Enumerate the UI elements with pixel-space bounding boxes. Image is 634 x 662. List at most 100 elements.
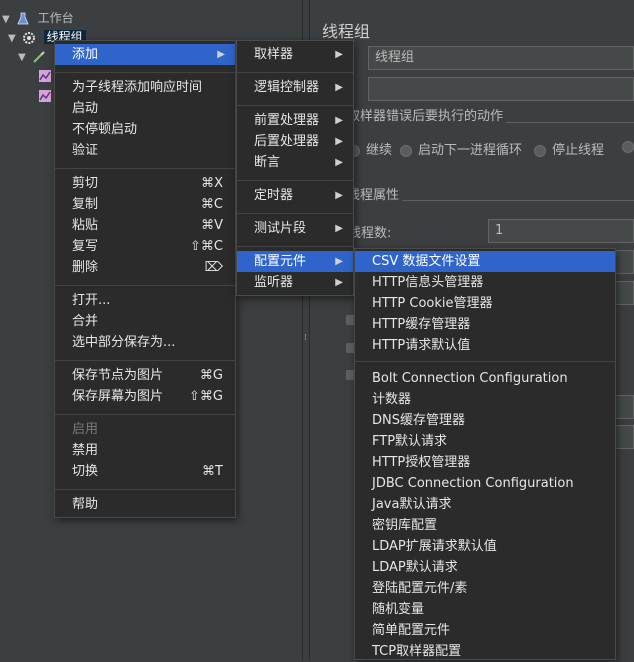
expand-arrow-icon[interactable]: ▼ bbox=[8, 30, 18, 48]
config-submenu-item[interactable]: 简单配置元件 bbox=[355, 620, 615, 641]
config-submenu-item[interactable]: LDAP扩展请求默认值 bbox=[355, 536, 615, 557]
menu-item-label: 帮助 bbox=[72, 497, 99, 512]
config-submenu-item[interactable]: TCP取样器配置 bbox=[355, 641, 615, 662]
menu-separator bbox=[55, 168, 235, 169]
config-submenu-item[interactable]: Bolt Connection Configuration bbox=[355, 368, 615, 389]
context-menu-item[interactable]: 切换 ⌘T bbox=[55, 461, 235, 482]
context-menu-item[interactable]: 剪切 ⌘X bbox=[55, 173, 235, 194]
menu-item-label: 登陆配置元件/素 bbox=[372, 581, 468, 596]
config-submenu-item[interactable]: JDBC Connection Configuration bbox=[355, 473, 615, 494]
add-submenu-item[interactable]: 监听器 ▶ bbox=[237, 272, 353, 293]
context-menu-item[interactable]: 验证 bbox=[55, 140, 235, 161]
config-element-submenu: CSV 数据文件设置 HTTP信息头管理器 HTTP Cookie管理器 HTTP缓存… bbox=[354, 248, 616, 660]
menu-item-label: 取样器 bbox=[254, 47, 294, 62]
menu-item-label: LDAP默认请求 bbox=[372, 560, 458, 575]
submenu-arrow-icon: ▶ bbox=[335, 115, 343, 126]
context-menu-item[interactable]: 复写 ⇧⌘C bbox=[55, 236, 235, 257]
config-submenu-item[interactable]: LDAP默认请求 bbox=[355, 557, 615, 578]
context-menu-item[interactable]: 合并 bbox=[55, 311, 235, 332]
menu-separator bbox=[55, 489, 235, 490]
menu-item-label: 复写 bbox=[72, 239, 99, 254]
radio-button[interactable] bbox=[400, 144, 412, 157]
menu-item-label: JDBC Connection Configuration bbox=[372, 476, 574, 491]
config-submenu-item[interactable]: Java默认请求 bbox=[355, 494, 615, 515]
menu-item-label: 验证 bbox=[72, 143, 99, 158]
menu-item-label: 断言 bbox=[254, 155, 281, 170]
menu-item-label: 后置处理器 bbox=[254, 134, 320, 149]
context-menu-item[interactable]: 复制 ⌘C bbox=[55, 194, 235, 215]
menu-item-label: 前置处理器 bbox=[254, 113, 320, 128]
config-submenu-item[interactable]: DNS缓存管理器 bbox=[355, 410, 615, 431]
menu-separator bbox=[55, 285, 235, 286]
menu-item-label: 密钥库配置 bbox=[372, 518, 438, 533]
radio-stop-test[interactable] bbox=[622, 139, 634, 154]
radio-stop-thread[interactable]: 停止线程 bbox=[534, 139, 604, 158]
context-menu-item[interactable]: 为子线程添加响应时间 bbox=[55, 77, 235, 98]
context-menu-item[interactable]: 不停顿启动 bbox=[55, 119, 235, 140]
context-menu-item[interactable]: 选中部分保存为... bbox=[55, 332, 235, 353]
menu-separator bbox=[237, 213, 353, 214]
add-submenu: 取样器 ▶ 逻辑控制器 ▶ 前置处理器 ▶ 后置处理器 ▶ 断言 ▶ 定时器 ▶ 测试片段 ▶ 配置元件 ▶ 监… bbox=[236, 40, 354, 296]
config-submenu-item[interactable]: 登陆配置元件/素 bbox=[355, 578, 615, 599]
menu-separator bbox=[55, 414, 235, 415]
add-submenu-item[interactable]: 后置处理器 ▶ bbox=[237, 131, 353, 152]
comment-field[interactable] bbox=[368, 77, 634, 101]
flask-icon bbox=[17, 12, 29, 24]
config-submenu-item[interactable]: HTTP缓存管理器 bbox=[355, 314, 615, 335]
menu-separator bbox=[237, 72, 353, 73]
shortcut-hint: ⇧⌘G bbox=[189, 389, 223, 404]
tree-node-workbench[interactable]: ▼ 工作台 bbox=[2, 9, 74, 27]
menu-item-label: HTTP请求默认值 bbox=[372, 338, 471, 353]
name-field[interactable]: 线程组 bbox=[368, 46, 634, 70]
menu-item-label: TCP取样器配置 bbox=[372, 644, 462, 659]
add-submenu-item[interactable]: 逻辑控制器 ▶ bbox=[237, 77, 353, 98]
expand-arrow-icon[interactable]: ▼ bbox=[18, 49, 28, 67]
tree-node-sampler[interactable]: ▼ bbox=[18, 47, 50, 65]
menu-separator bbox=[55, 72, 235, 73]
context-menu-item[interactable]: 保存节点为图片 ⌘G bbox=[55, 365, 235, 386]
config-submenu-item[interactable]: HTTP Cookie管理器 bbox=[355, 293, 615, 314]
menu-item-label: 保存屏幕为图片 bbox=[72, 389, 164, 404]
threads-count-field[interactable]: 1 bbox=[488, 219, 634, 243]
config-submenu-item[interactable]: HTTP授权管理器 bbox=[355, 452, 615, 473]
add-submenu-item[interactable]: 定时器 ▶ bbox=[237, 185, 353, 206]
submenu-arrow-icon: ▶ bbox=[335, 136, 343, 147]
context-menu-item[interactable]: 禁用 bbox=[55, 440, 235, 461]
config-submenu-item[interactable]: HTTP信息头管理器 bbox=[355, 272, 615, 293]
splitter-grip-icon[interactable]: ⁞ bbox=[304, 333, 307, 343]
context-menu-item[interactable]: 打开... bbox=[55, 290, 235, 311]
pipette-icon bbox=[33, 50, 45, 63]
config-submenu-item[interactable]: 随机变量 bbox=[355, 599, 615, 620]
context-menu-item[interactable]: 保存屏幕为图片 ⇧⌘G bbox=[55, 386, 235, 407]
radio-button[interactable] bbox=[534, 144, 546, 157]
shortcut-hint: ⌘C bbox=[200, 197, 223, 212]
add-submenu-item[interactable]: 取样器 ▶ bbox=[237, 44, 353, 65]
config-submenu-item[interactable]: FTP默认请求 bbox=[355, 431, 615, 452]
config-submenu-item[interactable]: CSV 数据文件设置 bbox=[355, 251, 615, 272]
menu-item-label: HTTP Cookie管理器 bbox=[372, 296, 493, 311]
add-submenu-item[interactable]: 前置处理器 ▶ bbox=[237, 110, 353, 131]
radio-button[interactable] bbox=[622, 140, 634, 153]
menu-item-label: HTTP授权管理器 bbox=[372, 455, 471, 470]
radio-start-next-loop[interactable]: 启动下一进程循环 bbox=[400, 139, 522, 158]
menu-item-label: HTTP信息头管理器 bbox=[372, 275, 484, 290]
expand-arrow-icon[interactable]: ▼ bbox=[2, 11, 12, 29]
context-menu-item[interactable]: 启动 bbox=[55, 98, 235, 119]
context-menu-item[interactable]: 删除 ⌦ bbox=[55, 257, 235, 278]
config-submenu-item[interactable]: 计数器 bbox=[355, 389, 615, 410]
config-submenu-item[interactable]: 密钥库配置 bbox=[355, 515, 615, 536]
add-submenu-item[interactable]: 测试片段 ▶ bbox=[237, 218, 353, 239]
menu-item-label: 不停顿启动 bbox=[72, 122, 138, 137]
config-submenu-item[interactable]: HTTP请求默认值 bbox=[355, 335, 615, 356]
context-menu-item[interactable]: 粘贴 ⌘V bbox=[55, 215, 235, 236]
menu-item-label: Java默认请求 bbox=[372, 497, 452, 512]
menu-item-label: 保存节点为图片 bbox=[72, 368, 164, 383]
radio-continue[interactable]: 继续 bbox=[348, 139, 392, 158]
menu-item-label: 逻辑控制器 bbox=[254, 80, 320, 95]
context-menu-item[interactable]: 添加 ▶ bbox=[55, 44, 235, 65]
add-submenu-item[interactable]: 配置元件 ▶ bbox=[237, 251, 353, 272]
add-submenu-item[interactable]: 断言 ▶ bbox=[237, 152, 353, 173]
submenu-arrow-icon: ▶ bbox=[335, 223, 343, 234]
context-menu-item[interactable]: 启用 bbox=[55, 419, 235, 440]
context-menu-item[interactable]: 帮助 bbox=[55, 494, 235, 515]
